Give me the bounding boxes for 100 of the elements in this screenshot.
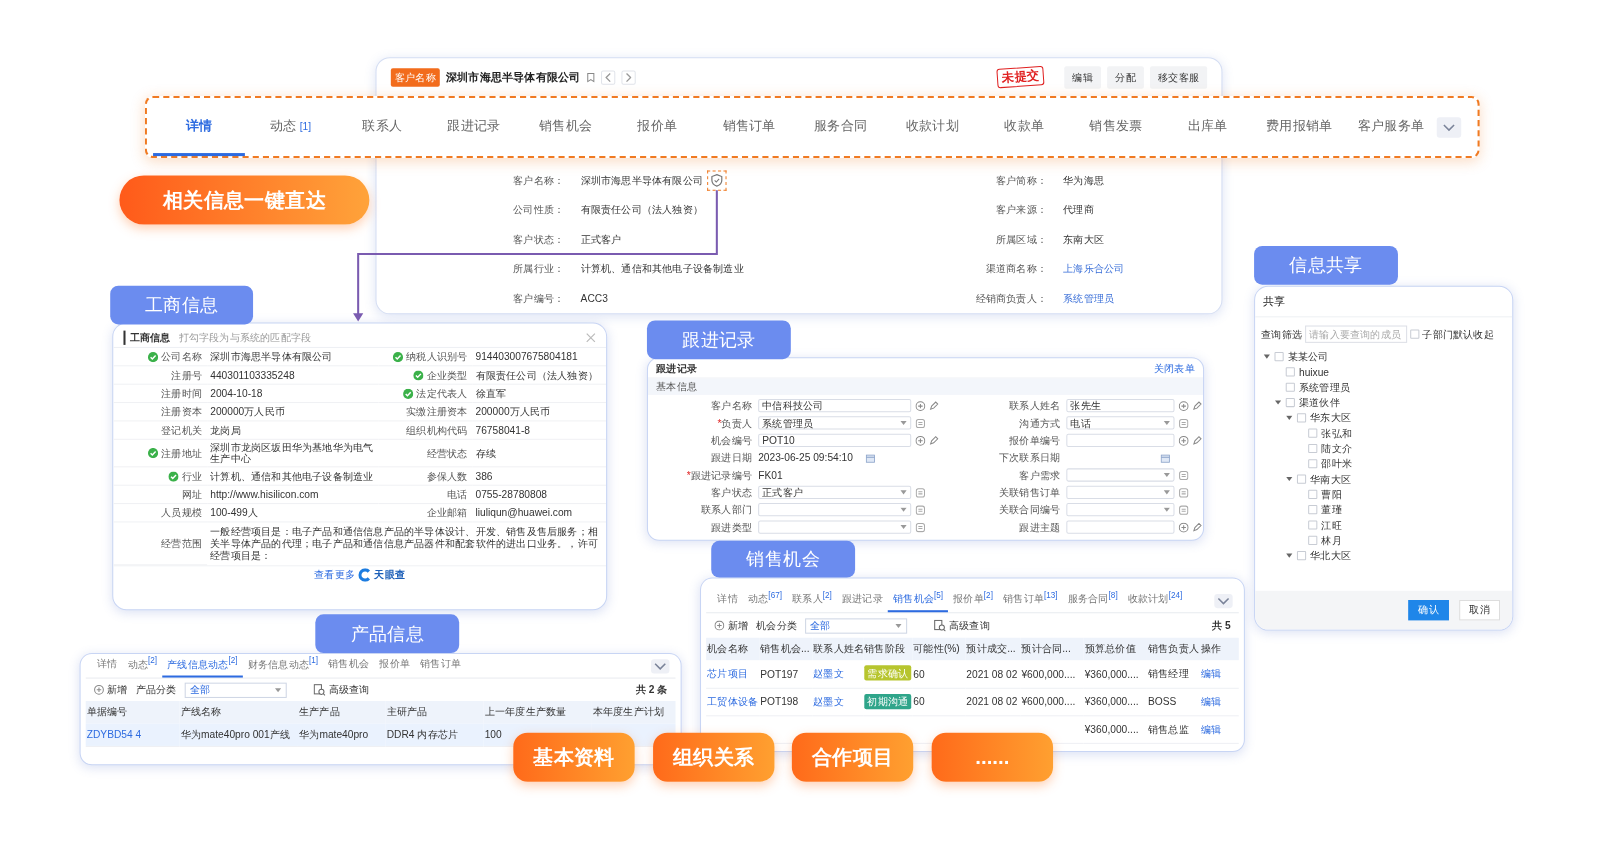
edit-link[interactable]: 编辑	[1201, 667, 1222, 679]
cancel-button[interactable]: 取消	[1459, 600, 1500, 621]
caret-down-icon[interactable]	[1285, 476, 1293, 482]
tree-item[interactable]: 林月	[1321, 533, 1342, 548]
tab[interactable]: 销售订单	[703, 97, 795, 157]
confirm-button[interactable]: 确认	[1408, 600, 1449, 621]
list-icon	[915, 417, 926, 429]
tab[interactable]: 出库单	[1161, 97, 1254, 157]
tree-item[interactable]: 某某公司	[1287, 349, 1329, 364]
more-link[interactable]: 查看更多	[314, 567, 356, 582]
checkbox[interactable]	[1308, 520, 1318, 530]
tab[interactable]: 收款计划$^{[24]}$	[1122, 590, 1188, 613]
tree-item[interactable]: 华北大区	[1310, 548, 1351, 563]
tab[interactable]: 跟进记录	[428, 97, 520, 157]
field-link[interactable]: 系统管理员	[1063, 291, 1115, 306]
tab[interactable]: 销售发票	[1070, 97, 1162, 157]
date-field[interactable]: 2023-06-25 09:54:10	[758, 452, 912, 464]
check-icon	[403, 388, 414, 399]
tab[interactable]: 客户服务单	[1345, 97, 1437, 157]
select-field[interactable]: 正式客户	[758, 485, 912, 499]
tab[interactable]: 财务信息动态$^{[1]}$	[242, 655, 324, 678]
tab[interactable]: 联系人	[336, 97, 429, 157]
advanced-search-button[interactable]: 高级查询	[933, 618, 990, 633]
tab[interactable]: 销售机会	[519, 97, 612, 157]
table-link[interactable]: 芯片项目	[707, 667, 748, 679]
tab[interactable]: 销售机会$^{[5]}$	[888, 590, 949, 613]
checkbox[interactable]	[1308, 459, 1318, 469]
check-icon	[413, 369, 424, 381]
caret-down-icon[interactable]	[1285, 415, 1293, 421]
tab[interactable]: 报价单	[611, 97, 704, 157]
tab[interactable]: 费用报销单	[1253, 97, 1346, 157]
tab[interactable]: 动态$^{[2]}$	[122, 655, 163, 678]
action-button[interactable]: 编辑	[1064, 65, 1101, 89]
tab[interactable]: 销售机会	[323, 657, 375, 678]
checkbox[interactable]	[1296, 474, 1307, 484]
caret-down-icon[interactable]	[1274, 400, 1282, 406]
table-link[interactable]: 赵墨文	[813, 667, 844, 679]
field-link[interactable]: 上海乐合公司	[1063, 261, 1125, 276]
tab[interactable]: 详情	[91, 657, 123, 678]
tree-item[interactable]: 华东大区	[1310, 410, 1351, 425]
next-button[interactable]	[621, 69, 636, 85]
caret-down-icon[interactable]	[1263, 354, 1271, 360]
input-field[interactable]: POT10	[758, 433, 912, 447]
search-field[interactable]: 请输入要查询的成员	[1305, 325, 1408, 343]
more-tabs-button[interactable]	[651, 658, 670, 673]
tab[interactable]: 收款单	[978, 97, 1070, 157]
tree-item[interactable]: 江旺	[1321, 517, 1342, 533]
more-tabs-button[interactable]	[1436, 116, 1462, 138]
tab[interactable]: 产线信息动态$^{[2]}$	[162, 655, 243, 678]
checkbox[interactable]	[1285, 397, 1295, 408]
checkbox[interactable]	[1308, 505, 1318, 515]
checkbox[interactable]	[1296, 551, 1307, 561]
tab[interactable]: 销售订单$^{[13]}$	[998, 590, 1063, 613]
more-tabs-button[interactable]	[1214, 593, 1233, 608]
checkbox[interactable]	[1296, 413, 1307, 423]
checkbox[interactable]	[1410, 329, 1420, 339]
close-link[interactable]: 关闭表单	[1154, 362, 1195, 377]
field-value: 有限责任公司（法人独资）	[580, 202, 704, 217]
tab[interactable]: 收款计划	[886, 97, 979, 157]
tree-item[interactable]: 华南大区	[1310, 471, 1351, 487]
tree-item[interactable]: 曹阳	[1321, 487, 1342, 502]
add-button[interactable]: 新增	[714, 618, 748, 633]
tab[interactable]: 销售订单	[415, 657, 467, 678]
tab[interactable]: 报价单	[374, 657, 415, 678]
tree-item[interactable]: huixue	[1299, 366, 1330, 378]
table-link[interactable]: 工贸体设备	[707, 695, 759, 707]
checkbox[interactable]	[1285, 382, 1295, 392]
logo-icon	[358, 567, 372, 582]
checkbox[interactable]	[1274, 352, 1284, 362]
edit-link[interactable]: 编辑	[1201, 722, 1222, 735]
tree-item[interactable]: 陆文介	[1321, 441, 1353, 456]
checkbox[interactable]	[1308, 535, 1318, 545]
checkbox[interactable]	[1285, 367, 1295, 377]
checkbox[interactable]	[1308, 428, 1318, 438]
previous-button[interactable]	[601, 69, 616, 85]
tree-item[interactable]: 邵叶米	[1321, 456, 1353, 471]
caret-down-icon[interactable]	[1285, 553, 1293, 559]
checkbox[interactable]	[1308, 489, 1318, 499]
list-icon	[915, 487, 926, 498]
advanced-search-button[interactable]: 高级查询	[313, 682, 370, 697]
input-field[interactable]: 张先生	[1066, 399, 1175, 413]
tab[interactable]: 服务合同	[794, 97, 887, 157]
action-button[interactable]: 分配	[1107, 65, 1144, 89]
checkbox[interactable]	[1308, 443, 1318, 454]
tab[interactable]: 跟进记录	[837, 591, 888, 613]
tab[interactable]: 服务合同$^{[8]}$	[1062, 590, 1123, 613]
tree-item[interactable]: 系统管理员	[1299, 380, 1350, 395]
add-button[interactable]: 新增	[93, 682, 128, 697]
tree-item[interactable]: 董瑾	[1321, 502, 1342, 517]
action-button[interactable]: 移交客服	[1150, 65, 1208, 89]
table-link[interactable]: 赵墨文	[813, 695, 844, 707]
tree-item[interactable]: 张弘和	[1321, 426, 1353, 441]
tab[interactable]: 报价单$^{[2]}$	[948, 590, 998, 613]
tab[interactable]: 联系人$^{[2]}$	[787, 590, 837, 613]
tab[interactable]: 详情	[153, 97, 245, 157]
input-field[interactable]: 中信科技公司	[758, 399, 912, 413]
tree-item[interactable]: 渠道伙伴	[1299, 395, 1340, 410]
tab[interactable]: 动态$^{[67]}$	[742, 590, 788, 613]
tab[interactable]: 详情	[712, 591, 743, 613]
edit-link[interactable]: 编辑	[1201, 695, 1222, 707]
